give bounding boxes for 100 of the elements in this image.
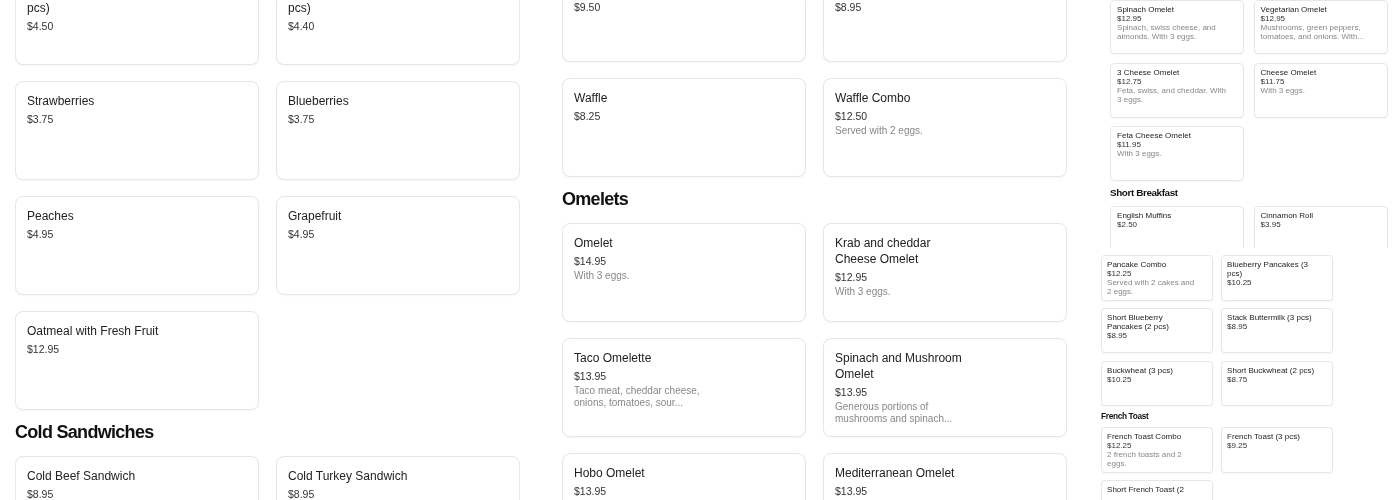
item-price: $13.95: [835, 385, 868, 399]
item-price: $9.50: [574, 0, 601, 14]
item-price: $3.95: [1260, 220, 1281, 230]
item-name: Feta Cheese Omelet: [1117, 131, 1191, 141]
item-name: Peaches: [27, 208, 74, 224]
item-description: Taco meat, cheddar cheese, onions, tomatoes, sour...: [574, 385, 701, 409]
item-description: Mushrooms, green peppers, tomatoes, and onions. With...: [1260, 23, 1366, 41]
menu-item-card[interactable]: Cinnamon Roll $3.95: [1253, 206, 1388, 248]
section-heading: Cold Sandwiches: [15, 421, 155, 444]
menu-item-card[interactable]: Short Buckwheat (2 pcs) $8.75: [1221, 360, 1334, 407]
item-price: $13.95: [835, 484, 868, 498]
item-name: French Toast Combo: [1107, 432, 1182, 442]
item-name: Cinnamon Roll: [1260, 211, 1314, 221]
menu-item-card[interactable]: Stack Buttermilk (3 pcs) $8.95: [1221, 307, 1334, 354]
item-name: Waffle Combo: [835, 90, 911, 106]
item-price: $14.95: [574, 254, 607, 268]
section-heading: French Toast: [1101, 410, 1150, 422]
menu-item-card[interactable]: Short French Toast (2: [1101, 480, 1214, 500]
item-price: $9.25: [1227, 441, 1248, 451]
menu-item-card[interactable]: Mediterranean Omelet $13.95: [823, 453, 1067, 500]
menu-item-card[interactable]: Spinach Omelet $12.95 Spinach, swiss cheese, and almonds. With 3 eggs.: [1110, 0, 1245, 55]
item-description: Feta, swiss, and cheddar. With 3 eggs.: [1117, 86, 1227, 105]
menu-item-card[interactable]: $8.95: [823, 0, 1067, 62]
item-description: Generous portions of mushrooms and spinach...: [835, 401, 954, 425]
item-price: $11.75: [1260, 77, 1285, 87]
item-description: 2 french toasts and 2 eggs.: [1107, 450, 1183, 469]
menu-item-card[interactable]: 3 Cheese Omelet $12.75 Feta, swiss, and cheddar. With 3 eggs.: [1110, 63, 1245, 118]
menu-item-card[interactable]: Krab and cheddar Cheese Omelet $12.95 With 3 eggs.: [823, 223, 1067, 322]
item-name: Hobo Omelet: [574, 465, 645, 481]
menu-item-card[interactable]: Spinach and Mushroom Omelet $13.95 Generous portions of mushrooms and spinach...: [823, 338, 1067, 437]
menu-item-card[interactable]: Pancake Combo $12.25 Served with 2 cakes and 2 eggs.: [1101, 255, 1214, 301]
menu-item-card[interactable]: Omelet $14.95 With 3 eggs.: [562, 223, 806, 322]
item-price: $12.50: [835, 109, 868, 123]
item-description: Served with 2 cakes and 2 eggs.: [1107, 278, 1196, 296]
item-price: $8.25: [574, 109, 601, 123]
menu-item-card[interactable]: French Toast (3 pcs) $9.25: [1221, 427, 1334, 473]
menu-item-card[interactable]: Cheese Omelet $11.75 With 3 eggs.: [1253, 63, 1388, 118]
item-price: $8.95: [1227, 321, 1248, 331]
item-price: $3.75: [288, 112, 315, 126]
section-heading: Short Breakfast: [1110, 186, 1179, 200]
menu-item-card[interactable]: pcs) $4.50: [15, 0, 259, 65]
menu-item-card[interactable]: Waffle Combo $12.50 Served with 2 eggs.: [823, 78, 1067, 177]
item-price: $12.95: [1260, 14, 1286, 23]
menu-item-card[interactable]: Waffle $8.25: [562, 78, 806, 177]
item-price: $4.95: [288, 227, 315, 241]
menu-item-card[interactable]: English Muffins $2.50: [1110, 206, 1245, 248]
menu-item-card[interactable]: Hobo Omelet $13.95: [562, 453, 806, 500]
item-price: $12.75: [1117, 77, 1142, 87]
item-name: pcs): [288, 0, 311, 16]
item-name: Pancake Combo: [1107, 260, 1167, 269]
menu-item-card[interactable]: Taco Omelette $13.95 Taco meat, cheddar cheese, onions, tomatoes, sour...: [562, 338, 806, 437]
menu-item-card[interactable]: Strawberries $3.75: [15, 81, 259, 180]
item-name: Cheese Omelet: [1260, 68, 1317, 78]
item-name: Blueberry Pancakes (3 pcs): [1227, 260, 1310, 278]
item-price: $13.95: [574, 369, 607, 383]
item-description: With 3 eggs.: [1260, 86, 1306, 96]
item-name: Blueberries: [288, 93, 349, 109]
item-name: Vegetarian Omelet: [1260, 5, 1327, 14]
item-name: Short Blueberry Pancakes (2 pcs): [1107, 312, 1170, 331]
item-name: Short French Toast (2: [1107, 485, 1184, 495]
menu-item-card[interactable]: Cold Beef Sandwich $8.95: [15, 456, 259, 500]
menu-item-card[interactable]: pcs) $4.40: [276, 0, 520, 65]
item-price: $12.95: [835, 270, 868, 284]
item-name: Omelet: [574, 235, 613, 251]
item-price: $8.75: [1227, 374, 1248, 384]
item-description: With 3 eggs.: [574, 270, 630, 282]
item-price: $8.95: [835, 0, 862, 14]
menu-item-card[interactable]: $9.50: [562, 0, 806, 62]
menu-item-card[interactable]: Short Blueberry Pancakes (2 pcs) $8.95: [1101, 307, 1214, 354]
item-name: English Muffins: [1117, 211, 1172, 221]
item-name: French Toast (3 pcs): [1227, 432, 1300, 442]
menu-item-card[interactable]: Vegetarian Omelet $12.95 Mushrooms, green peppers, tomatoes, and onions. With...: [1253, 0, 1388, 55]
item-name: Cold Turkey Sandwich: [288, 468, 408, 484]
item-name: Buckwheat (3 pcs): [1107, 365, 1173, 375]
item-name: Spinach and Mushroom Omelet: [835, 350, 963, 382]
item-price: $11.95: [1117, 140, 1141, 150]
menu-item-card[interactable]: Peaches $4.95: [15, 196, 259, 295]
item-name: Waffle: [574, 90, 608, 106]
item-description: With 3 eggs.: [835, 286, 891, 298]
menu-item-card[interactable]: Blueberries $3.75: [276, 81, 520, 180]
item-price: $8.95: [1107, 330, 1128, 340]
menu-item-card[interactable]: Blueberry Pancakes (3 pcs) $10.25: [1221, 255, 1334, 301]
menu-item-card[interactable]: Cold Turkey Sandwich $8.95: [276, 456, 520, 500]
item-name: pcs): [27, 0, 50, 16]
item-price: $10.25: [1227, 278, 1252, 287]
menu-item-card[interactable]: Buckwheat (3 pcs) $10.25: [1101, 360, 1214, 407]
menu-item-card[interactable]: French Toast Combo $12.25 2 french toasts and 2 eggs.: [1101, 427, 1214, 473]
section-heading: Omelets: [562, 188, 630, 211]
item-name: Short Buckwheat (2 pcs): [1227, 365, 1315, 375]
item-price: $10.25: [1107, 374, 1132, 384]
menu-item-card[interactable]: Feta Cheese Omelet $11.95 With 3 eggs.: [1110, 126, 1245, 181]
item-name: Oatmeal with Fresh Fruit: [27, 323, 159, 339]
item-price: $2.50: [1117, 220, 1138, 230]
item-name: Stack Buttermilk (3 pcs): [1227, 312, 1312, 322]
item-description: Served with 2 eggs.: [835, 125, 923, 137]
menu-item-card[interactable]: Oatmeal with Fresh Fruit $12.95: [15, 311, 259, 410]
item-price: $8.95: [27, 487, 54, 500]
menu-item-card[interactable]: Grapefruit $4.95: [276, 196, 520, 295]
item-price: $4.40: [288, 19, 315, 33]
item-name: Mediterranean Omelet: [835, 465, 955, 481]
